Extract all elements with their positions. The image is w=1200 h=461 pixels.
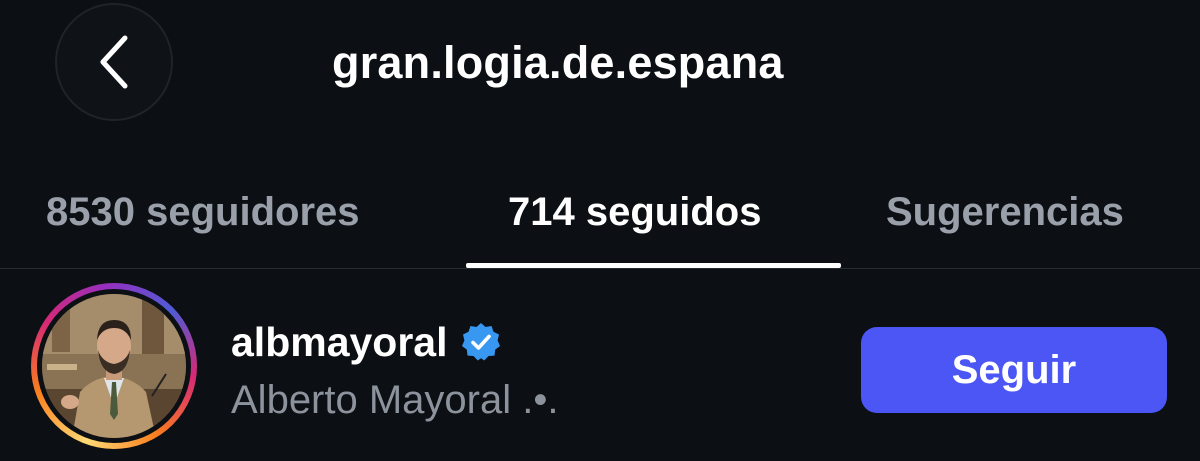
page-title: gran.logia.de.espana [332,37,784,88]
tab-followers[interactable]: 8530 seguidores [46,184,360,240]
back-button[interactable] [55,3,173,121]
tab-bar: 8530 seguidores 714 seguidos Sugerencias [0,170,1200,268]
verified-badge-icon [461,323,500,361]
following-screen: gran.logia.de.espana 8530 seguidores 714… [0,0,1200,461]
avatar [42,294,186,438]
divider [0,268,1200,269]
tab-following[interactable]: 714 seguidos [508,184,761,240]
tab-suggestions[interactable]: Sugerencias [886,184,1124,240]
list-item[interactable]: albmayoral Alberto Mayoral .•. Seguir [0,270,1200,461]
chevron-left-icon [100,35,128,89]
story-ring[interactable] [31,283,197,449]
full-name: Alberto Mayoral .•. [231,378,559,422]
username[interactable]: albmayoral [231,316,448,368]
username-line: albmayoral [231,316,502,368]
follow-button[interactable]: Seguir [861,327,1167,413]
